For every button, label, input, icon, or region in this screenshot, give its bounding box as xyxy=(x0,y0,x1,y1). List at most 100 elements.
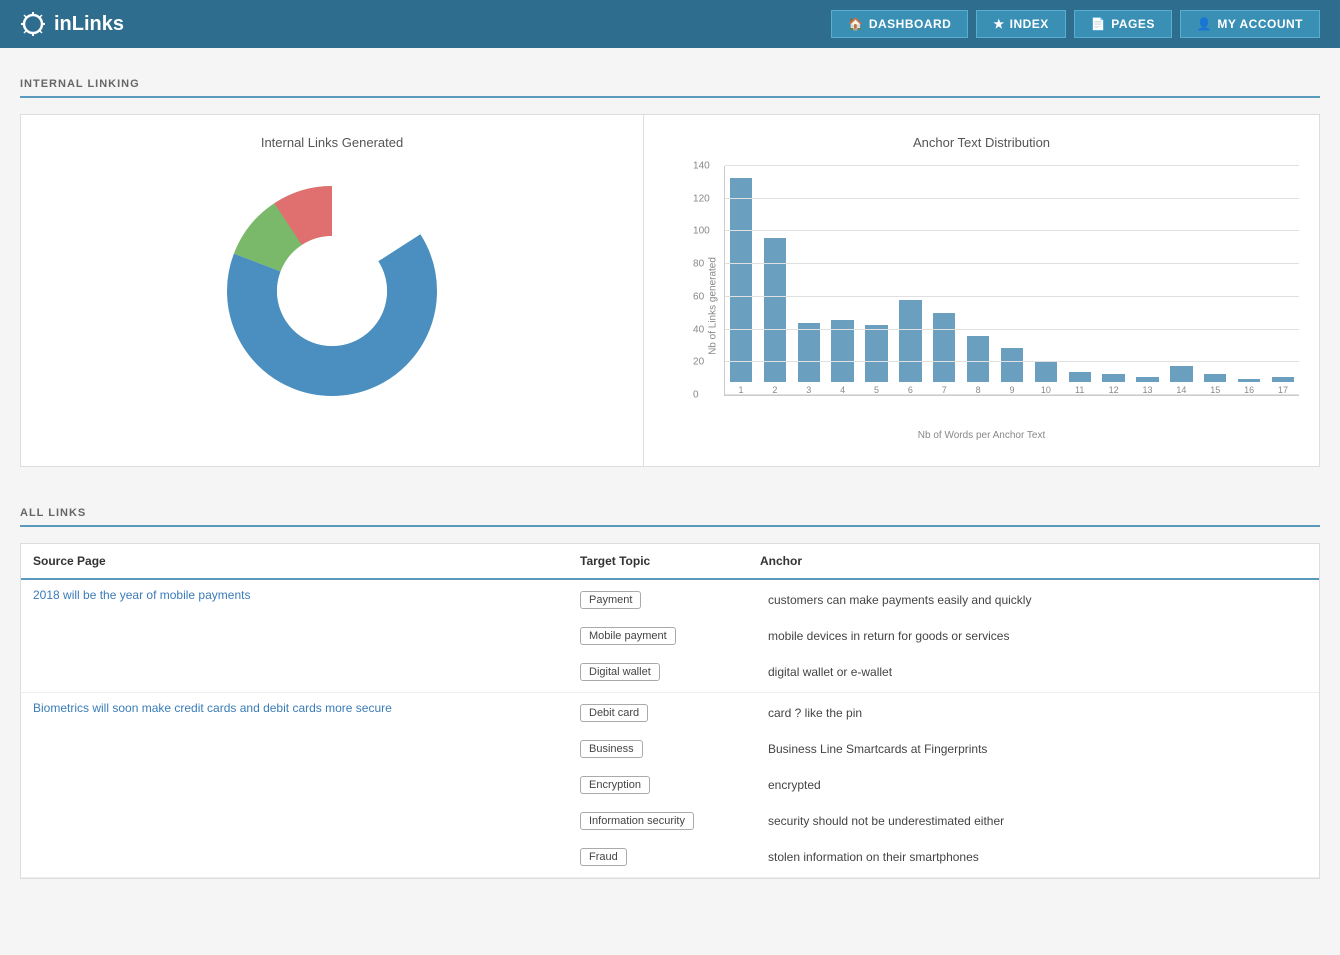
table-row: Biometrics will soon make credit cards a… xyxy=(21,693,1319,878)
user-icon: 👤 xyxy=(1197,17,1212,31)
bar-column: 11 xyxy=(1064,166,1096,395)
bar-column: 15 xyxy=(1199,166,1231,395)
col-source: Source Page xyxy=(33,554,580,568)
bar-column: 1 xyxy=(725,166,757,395)
anchor-text: encrypted xyxy=(768,771,1311,799)
page-content: INTERNAL LINKING Internal Links Generate… xyxy=(0,48,1340,899)
topic-badge: Fraud xyxy=(580,848,627,866)
topic-badge: Encryption xyxy=(580,776,650,794)
topic-badge: Digital wallet xyxy=(580,663,660,681)
bar-column: 13 xyxy=(1132,166,1164,395)
my-account-button[interactable]: 👤 MY ACCOUNT xyxy=(1180,10,1320,38)
bar xyxy=(967,336,989,382)
y-tick-label: 140 xyxy=(693,161,710,172)
bar-x-label: 16 xyxy=(1244,385,1254,395)
dashboard-button[interactable]: 🏠 DASHBOARD xyxy=(831,10,968,38)
topic-item: Payment xyxy=(580,586,760,614)
anchor-text: customers can make payments easily and q… xyxy=(768,586,1311,614)
bar-column: 5 xyxy=(861,166,893,395)
bar-x-label: 6 xyxy=(908,385,913,395)
anchor-text: stolen information on their smartphones xyxy=(768,843,1311,871)
bar-column: 12 xyxy=(1098,166,1130,395)
topics-col-1: Debit card Business Encryption Information … xyxy=(580,693,760,877)
donut-chart xyxy=(41,166,623,416)
bar-x-label: 7 xyxy=(942,385,947,395)
bar-x-label: 14 xyxy=(1176,385,1186,395)
logo-text: inLinks xyxy=(54,13,124,36)
topic-item: Encryption xyxy=(580,771,760,799)
logo: inLinks xyxy=(20,11,124,37)
bar xyxy=(1238,379,1260,382)
anchor-text: mobile devices in return for goods or se… xyxy=(768,622,1311,650)
table-header: Source Page Target Topic Anchor xyxy=(21,544,1319,580)
anchors-col-1: card ? like the pinBusiness Line Smartca… xyxy=(760,693,1319,877)
star-icon: ★ xyxy=(993,17,1004,31)
bar-column: 16 xyxy=(1233,166,1265,395)
y-tick-label: 100 xyxy=(693,226,710,237)
file-icon: 📄 xyxy=(1091,17,1106,31)
anchor-text: digital wallet or e-wallet xyxy=(768,658,1311,686)
bar-x-label: 4 xyxy=(840,385,845,395)
bar-x-label: 2 xyxy=(772,385,777,395)
anchors-col-0: customers can make payments easily and q… xyxy=(760,580,1319,692)
source-link-1[interactable]: Biometrics will soon make credit cards a… xyxy=(33,701,392,715)
bar xyxy=(1136,377,1158,382)
bar xyxy=(1204,374,1226,382)
topic-badge: Debit card xyxy=(580,704,648,722)
all-links-table: Source Page Target Topic Anchor 2018 wil… xyxy=(20,543,1320,879)
bar-column: 8 xyxy=(962,166,994,395)
bar-column: 7 xyxy=(928,166,960,395)
bar xyxy=(1069,372,1091,382)
bar-x-label: 9 xyxy=(1009,385,1014,395)
bar xyxy=(933,313,955,382)
pages-button[interactable]: 📄 PAGES xyxy=(1074,10,1172,38)
topic-badge: Payment xyxy=(580,591,641,609)
bar-chart-panel: Anchor Text Distribution Nb of Links gen… xyxy=(644,115,1319,466)
topic-item: Mobile payment xyxy=(580,622,760,650)
main-nav: 🏠 DASHBOARD ★ INDEX 📄 PAGES 👤 MY ACCOUNT xyxy=(831,10,1320,38)
bar-x-label: 15 xyxy=(1210,385,1220,395)
y-tick-label: 80 xyxy=(693,259,704,270)
header: inLinks 🏠 DASHBOARD ★ INDEX 📄 PAGES 👤 MY… xyxy=(0,0,1340,48)
bar xyxy=(730,178,752,382)
bar xyxy=(899,300,921,382)
table-row: 2018 will be the year of mobile payments… xyxy=(21,580,1319,693)
topic-item: Business xyxy=(580,735,760,763)
y-tick-label: 20 xyxy=(693,357,704,368)
bar-column: 4 xyxy=(827,166,859,395)
y-axis-label: Nb of Links generated xyxy=(707,257,718,355)
sun-icon xyxy=(20,11,46,37)
bar-chart-area: 020406080100120140 123456789101112131415… xyxy=(724,166,1299,396)
index-button[interactable]: ★ INDEX xyxy=(976,10,1065,38)
bar xyxy=(798,323,820,382)
bar-chart-title: Anchor Text Distribution xyxy=(664,135,1299,150)
topic-item: Information security xyxy=(580,807,760,835)
bar-column: 2 xyxy=(759,166,791,395)
bar-column: 14 xyxy=(1165,166,1197,395)
topic-item: Digital wallet xyxy=(580,658,760,686)
y-tick-label: 60 xyxy=(693,291,704,302)
anchor-text: card ? like the pin xyxy=(768,699,1311,727)
bar-chart: Nb of Links generated 020406080100120140… xyxy=(664,166,1299,446)
y-tick-label: 0 xyxy=(693,390,699,401)
all-links-header: ALL LINKS xyxy=(20,497,1320,527)
topic-item: Debit card xyxy=(580,699,760,727)
bar-x-label: 8 xyxy=(976,385,981,395)
home-icon: 🏠 xyxy=(848,17,863,31)
bar xyxy=(1102,374,1124,382)
bar xyxy=(1035,361,1057,382)
bar-x-label: 10 xyxy=(1041,385,1051,395)
bar xyxy=(1001,348,1023,382)
source-cell-0: 2018 will be the year of mobile payments xyxy=(21,580,580,692)
bar xyxy=(1272,377,1294,382)
charts-row: Internal Links Generated Anchor Text Dis… xyxy=(20,114,1320,467)
donut-chart-panel: Internal Links Generated xyxy=(21,115,644,466)
bar-x-label: 13 xyxy=(1142,385,1152,395)
topics-col-0: Payment Mobile payment Digital wallet xyxy=(580,580,760,692)
topic-badge: Information security xyxy=(580,812,694,830)
bar xyxy=(831,320,853,382)
bar-x-label: 1 xyxy=(738,385,743,395)
topic-item: Fraud xyxy=(580,843,760,871)
source-link-0[interactable]: 2018 will be the year of mobile payments xyxy=(33,588,250,602)
col-topic: Target Topic xyxy=(580,554,760,568)
